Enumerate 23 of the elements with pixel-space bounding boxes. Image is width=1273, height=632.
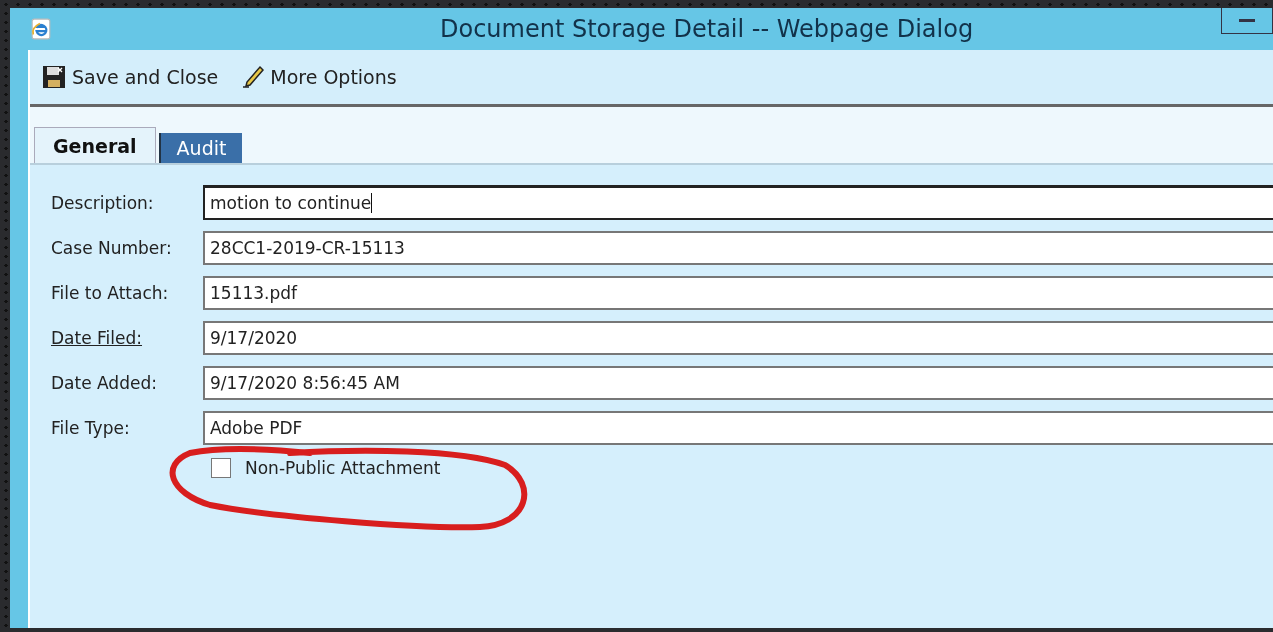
text-field[interactable]: 28CC1-2019-CR-15113: [203, 231, 1273, 265]
window-title: Document Storage Detail -- Webpage Dialog: [440, 15, 974, 43]
field-label: Date Added:: [51, 373, 158, 393]
text-field[interactable]: Adobe PDF: [203, 411, 1273, 445]
field-label-link[interactable]: Date Filed:: [51, 328, 203, 348]
field-label: File to Attach:: [51, 283, 170, 303]
text-field[interactable]: 9/17/2020: [203, 321, 1273, 355]
checkbox-square[interactable]: [211, 458, 231, 478]
text-field[interactable]: motion to continue: [203, 185, 1273, 220]
toolbar-button[interactable]: Save and Close: [40, 63, 221, 91]
field-label: Description:: [51, 192, 155, 213]
checkbox[interactable]: Non-Public Attachment: [211, 458, 441, 478]
pencil-icon: [242, 65, 265, 89]
text-field[interactable]: 15113.pdf: [203, 276, 1273, 310]
minimize-icon: [1239, 18, 1255, 23]
field-label: File Type:: [51, 418, 131, 438]
tab[interactable]: General: [34, 127, 156, 163]
minimize-button[interactable]: [1221, 8, 1273, 34]
tab[interactable]: Audit: [158, 133, 243, 163]
field-label: Case Number:: [51, 238, 173, 258]
text-field[interactable]: 9/17/2020 8:56:45 AM: [203, 366, 1273, 400]
browser-icon: [30, 18, 52, 40]
toolbar-button[interactable]: More Options: [240, 63, 399, 91]
